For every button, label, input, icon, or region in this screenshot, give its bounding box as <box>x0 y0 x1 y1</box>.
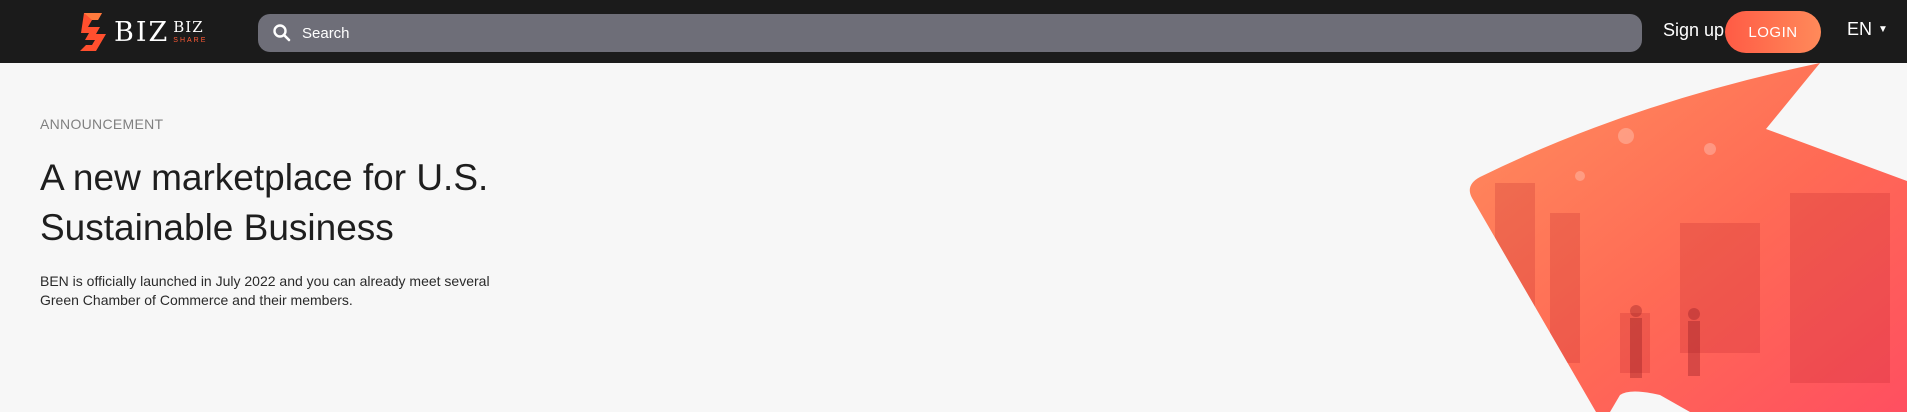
language-selector[interactable]: EN ▼ <box>1847 19 1888 40</box>
logo-secondary-wordmark: BIZ <box>173 18 204 36</box>
login-button[interactable]: LOGIN <box>1725 11 1821 53</box>
search-input[interactable] <box>302 24 1602 42</box>
caret-down-icon: ▼ <box>1878 24 1888 35</box>
hero-description: BEN is officially launched in July 2022 … <box>40 273 490 308</box>
logo-tagline: SHARE <box>173 37 208 44</box>
site-logo[interactable]: BIZ BIZ SHARE <box>76 9 207 55</box>
hero-warehouse-image <box>1469 63 1907 412</box>
logo-wordmark: BIZ <box>114 16 170 48</box>
logo-secondary: BIZ SHARE <box>173 18 208 45</box>
bizbiz-logo-icon <box>80 13 106 51</box>
language-label: EN <box>1847 19 1873 39</box>
search-bar[interactable] <box>258 14 1642 52</box>
signup-link[interactable]: Sign up <box>1663 20 1724 41</box>
hero-title: A new marketplace for U.S. Sustainable B… <box>40 157 489 248</box>
search-icon <box>273 24 291 42</box>
top-navigation-bar: BIZ BIZ SHARE Sign up LOGIN EN ▼ <box>0 0 1907 63</box>
announcement-label: ANNOUNCEMENT <box>40 116 164 132</box>
